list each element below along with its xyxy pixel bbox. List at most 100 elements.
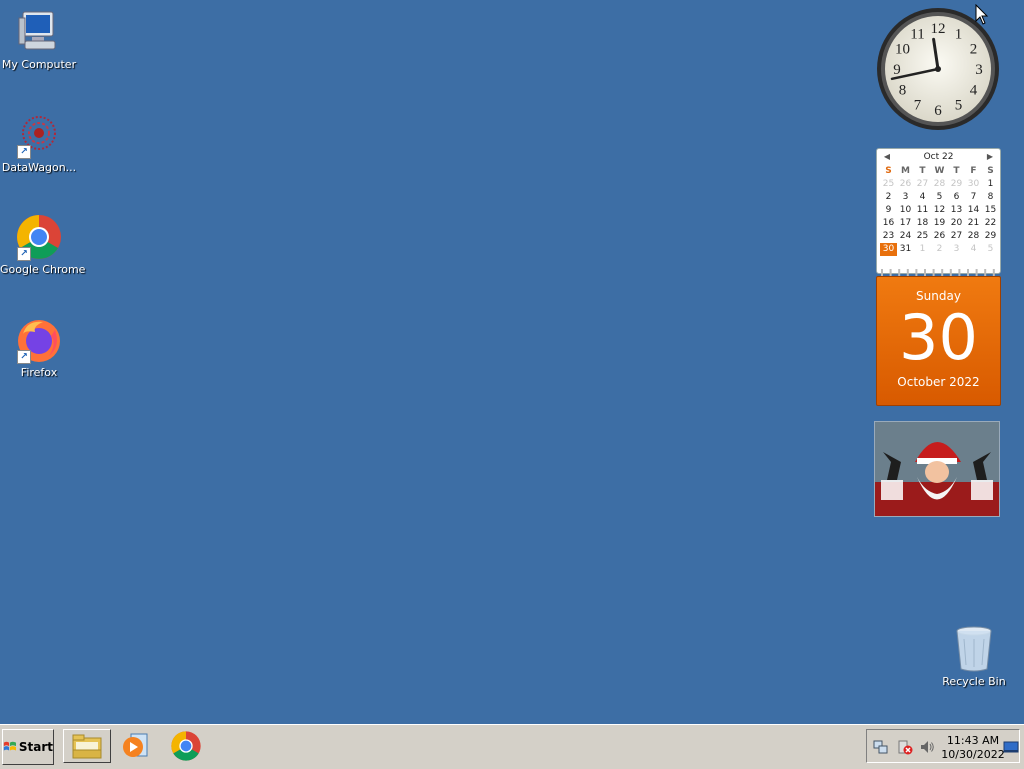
calendar-day-cell[interactable]: 21 <box>965 217 982 230</box>
chrome-icon <box>171 731 201 761</box>
taskbar-explorer-button[interactable] <box>63 729 111 763</box>
calendar-day-cell[interactable]: 5 <box>982 243 999 256</box>
calendar-day-cell[interactable]: 29 <box>982 230 999 243</box>
calendar-day-cell[interactable]: 3 <box>897 191 914 204</box>
folder-icon <box>72 734 102 759</box>
calendar-day-cell[interactable]: 7 <box>965 191 982 204</box>
calendar-day-cell[interactable]: 18 <box>914 217 931 230</box>
calendar-day-cell[interactable]: 16 <box>880 217 897 230</box>
network-icon[interactable] <box>873 739 889 755</box>
desktop-icon-firefox[interactable]: ↗ Firefox <box>0 316 78 379</box>
calendar-month-view: ◀ Oct 22 ▶ S M T W T F S 25 26 27 28 29 30 1 2 3 4 5 6 7 8 9 1… <box>876 148 1001 274</box>
clock-numeral: 3 <box>975 62 983 78</box>
calendar-day-cell[interactable]: 15 <box>982 204 999 217</box>
calendar-day-cell[interactable]: 26 <box>931 230 948 243</box>
calendar-day-cell[interactable]: 19 <box>931 217 948 230</box>
calendar-day-cell[interactable]: 27 <box>914 178 931 191</box>
calendar-day-cell[interactable]: 23 <box>880 230 897 243</box>
desktop-icon-label: Firefox <box>20 366 58 379</box>
calendar-weekday-header: T <box>953 166 960 176</box>
next-month-icon[interactable]: ▶ <box>984 149 996 165</box>
calendar-day-cell[interactable]: 29 <box>948 178 965 191</box>
clock-numeral: 4 <box>970 83 978 99</box>
clock-numeral: 11 <box>910 27 924 43</box>
calendar-weekday-header: F <box>970 166 977 176</box>
calendar-day-cell[interactable]: 20 <box>948 217 965 230</box>
taskbar: Start 11:43 AM 10/30/2022 <box>0 724 1024 769</box>
clock-numeral: 6 <box>934 103 942 119</box>
calendar-day-cell[interactable]: 13 <box>948 204 965 217</box>
desktop-icon-label: Google Chrome <box>0 263 86 276</box>
start-button[interactable]: Start <box>2 729 54 765</box>
calendar-day-cell[interactable]: 5 <box>931 191 948 204</box>
show-desktop-icon[interactable] <box>1003 739 1019 755</box>
desktop-icon-recycle-bin[interactable]: Recycle Bin <box>935 625 1013 688</box>
calendar-day-cell[interactable]: 2 <box>880 191 897 204</box>
calendar-day-cell[interactable]: 26 <box>897 178 914 191</box>
calendar-weekday-header: S <box>885 166 892 176</box>
calendar-day-cell[interactable]: 3 <box>948 243 965 256</box>
calendar-day-cell[interactable]: 22 <box>982 217 999 230</box>
calendar-day-cell[interactable]: 28 <box>965 230 982 243</box>
desktop-icon-label: My Computer <box>1 58 77 71</box>
calendar-day-cell[interactable]: 4 <box>965 243 982 256</box>
datawagon-icon: ↗ <box>15 111 63 159</box>
media-player-icon <box>123 733 148 757</box>
calendar-month-label: Oct 22 <box>923 152 954 162</box>
calendar-day-cell[interactable]: 30 <box>965 178 982 191</box>
calendar-day-cell[interactable]: 31 <box>897 243 914 256</box>
calendar-day-cell[interactable]: 28 <box>931 178 948 191</box>
calendar-day-cell[interactable]: 8 <box>982 191 999 204</box>
clock-numeral: 12 <box>931 21 946 37</box>
slideshow-gadget[interactable] <box>874 421 1000 517</box>
clock-numeral: 1 <box>955 27 963 43</box>
clock-numeral: 10 <box>895 42 910 58</box>
desktop-icon-google-chrome[interactable]: ↗ Google Chrome <box>0 213 86 276</box>
calendar-weekday-header: W <box>934 166 945 176</box>
clock-numeral: 7 <box>914 98 922 114</box>
prev-month-icon[interactable]: ◀ <box>881 149 893 165</box>
calendar-day-cell[interactable]: 12 <box>931 204 948 217</box>
calendar-grid: S M T W T F S 25 26 27 28 29 30 1 2 3 4 5 6 7 8 9 10 11 12 13 14 15… <box>880 165 1000 256</box>
security-alert-icon[interactable] <box>897 739 913 755</box>
calendar-day-number: 30 <box>899 301 978 374</box>
calendar-weekday-header: T <box>919 166 926 176</box>
calendar-day-cell[interactable]: 25 <box>880 178 897 191</box>
calendar-day-cell[interactable]: 30 <box>880 243 897 256</box>
desktop-icon-label: DataWagon... <box>1 161 77 174</box>
calendar-day-cell[interactable]: 25 <box>914 230 931 243</box>
calendar-day-cell[interactable]: 2 <box>931 243 948 256</box>
tray-date: 10/30/2022 <box>941 748 1005 761</box>
calendar-day-cell[interactable]: 17 <box>897 217 914 230</box>
calendar-day-cell[interactable]: 14 <box>965 204 982 217</box>
tray-clock[interactable]: 11:43 AM 10/30/2022 <box>941 734 1005 762</box>
chrome-icon: ↗ <box>15 213 63 261</box>
system-tray: 11:43 AM 10/30/2022 <box>866 729 1020 763</box>
calendar-day-cell[interactable]: 11 <box>914 204 931 217</box>
calendar-day-cell[interactable]: 9 <box>880 204 897 217</box>
calendar-weekday-header: M <box>901 166 910 176</box>
calendar-day-cell[interactable]: 24 <box>897 230 914 243</box>
calendar-header: ◀ Oct 22 ▶ <box>877 149 1000 165</box>
desktop-icon-label: Recycle Bin <box>942 675 1006 688</box>
windows-logo-icon <box>3 741 16 751</box>
taskbar-chrome-button[interactable] <box>163 729 209 763</box>
taskbar-media-player-button[interactable] <box>113 729 159 763</box>
shortcut-arrow-icon: ↗ <box>17 247 31 261</box>
calendar-month-year: October 2022 <box>897 375 980 389</box>
shortcut-arrow-icon: ↗ <box>17 350 31 364</box>
calendar-day-cell[interactable]: 4 <box>914 191 931 204</box>
desktop-icon-datawagon[interactable]: ↗ DataWagon... <box>0 111 78 174</box>
mouse-cursor-icon <box>975 4 989 25</box>
calendar-day-cell[interactable]: 1 <box>914 243 931 256</box>
calendar-day-cell[interactable]: 27 <box>948 230 965 243</box>
calendar-day-cell[interactable]: 1 <box>982 178 999 191</box>
calendar-day-cell[interactable]: 10 <box>897 204 914 217</box>
calendar-weekday-header: S <box>987 166 994 176</box>
calendar-gadget[interactable]: ◀ Oct 22 ▶ S M T W T F S 25 26 27 28 29 30 1 2 3 4 5 6 7 8 9 1… <box>876 148 1001 406</box>
calendar-day-page: Sunday 30 October 2022 <box>876 276 1001 406</box>
volume-icon[interactable] <box>919 739 935 755</box>
desktop-icon-my-computer[interactable]: My Computer <box>0 8 78 71</box>
clock-numeral: 5 <box>955 98 963 114</box>
calendar-day-cell[interactable]: 6 <box>948 191 965 204</box>
